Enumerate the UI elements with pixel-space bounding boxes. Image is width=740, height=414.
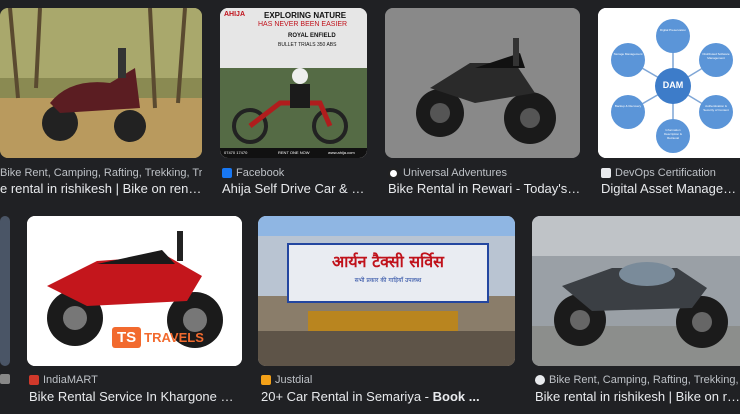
khargone-bike-image[interactable]: TS TRAVELS — [27, 216, 242, 366]
result-title[interactable]: Bike Rental in Rewari - Today's o... — [388, 181, 581, 196]
partial-source — [0, 374, 10, 384]
result-title[interactable]: Bike rental in rishikesh | Bike on rent … — [535, 389, 740, 404]
facebook-icon — [222, 168, 232, 178]
result-source: DevOps Certification — [601, 167, 740, 179]
ad-headline-2: HAS NEVER BEEN EASIER — [258, 21, 348, 28]
ahija-logo: AHIJA — [224, 11, 246, 18]
result-title[interactable]: Digital Asset Manageme... — [601, 181, 740, 196]
result-title[interactable]: 20+ Car Rental in Semariya - Book ... — [261, 389, 517, 404]
partial-image-left[interactable] — [0, 216, 10, 366]
result-source: Universal Adventures — [388, 167, 583, 179]
dam-center-label: DAM — [662, 80, 684, 90]
justdial-icon — [261, 375, 271, 385]
result-source: IndiaMART — [29, 374, 243, 386]
ad-site: www.ahija.com — [328, 150, 355, 155]
indiamart-icon — [29, 375, 39, 385]
dam-diagram-image[interactable]: DAM Digital Preservation Distributed Sof… — [598, 8, 740, 158]
rishikesh-bike-image[interactable] — [532, 216, 740, 366]
result-source: Bike Rent, Camping, Rafting, Trekking, T… — [0, 167, 202, 179]
result-title[interactable]: e rental in rishikesh | Bike on rent ... — [0, 181, 202, 196]
dam-node-label: Digital Preservation — [659, 28, 686, 32]
scooter-image[interactable] — [0, 8, 202, 158]
devops-icon — [601, 168, 611, 178]
rewari-bike-image[interactable] — [385, 8, 580, 158]
result-source: Justdial — [261, 374, 517, 386]
result-source: Bike Rent, Camping, Rafting, Trekking, T… — [535, 374, 740, 386]
dam-node-label: Information Description & Retrieval — [664, 128, 682, 140]
ad-brand: ROYAL ENFIELD — [288, 33, 336, 39]
dam-node-label: Backup & Recovery — [614, 104, 642, 108]
dam-node-label: Authentication & Security of Content — [703, 104, 729, 112]
ad-cta: RENT ONE NOW — [278, 150, 310, 155]
ad-phone: 07470 17470 — [224, 150, 248, 155]
dam-node-label: Distributed Software Management — [702, 52, 730, 60]
ahija-ad-image[interactable]: AHIJA EXPLORING NATURE HAS NEVER BEEN EA… — [220, 8, 367, 158]
shop-sign-text: आर्यन टैक्सी सर्विस — [332, 252, 444, 271]
shop-sign-subtext: सभी प्रकार की गाड़ियाँ उपलब्ध — [354, 277, 422, 284]
dam-node-label: Storage Management — [613, 52, 643, 56]
travels-logo: TS TRAVELS — [112, 324, 232, 350]
ad-model: BULLET TRIALS 350 ABS — [278, 42, 337, 48]
semariya-shop-image[interactable]: आर्यन टैक्सी सर्विस सभी प्रकार की गाड़िय… — [258, 216, 515, 366]
ad-headline-1: EXPLORING NATURE — [264, 11, 347, 20]
result-source: Facebook — [222, 167, 372, 179]
bike-rent-icon — [0, 374, 10, 384]
universal-adventures-icon — [388, 167, 399, 179]
result-title[interactable]: Bike Rental Service In Khargone Ma... — [29, 389, 243, 404]
bike-rent-icon — [535, 375, 545, 385]
result-title[interactable]: Ahija Self Drive Car & B... — [222, 181, 370, 196]
